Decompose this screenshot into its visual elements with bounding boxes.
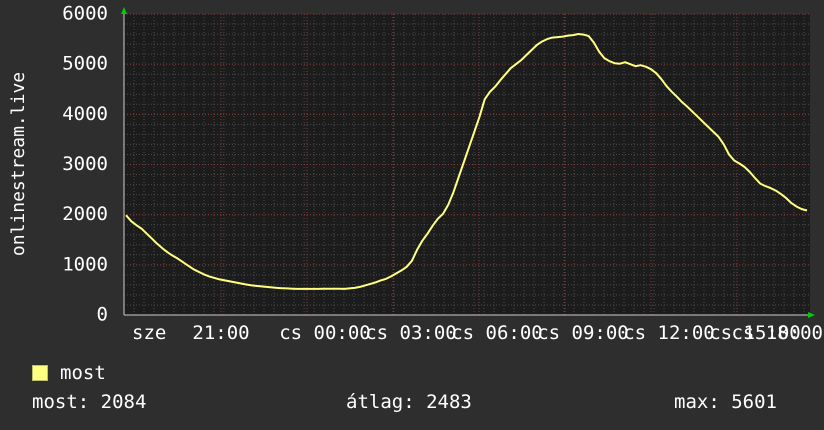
stat-average: átlag: 2483 (346, 391, 472, 413)
y-tick-label: 6000 (62, 3, 108, 25)
y-tick-label: 2000 (62, 203, 108, 225)
y-tick-label: 1000 (62, 253, 108, 275)
legend-label: most (60, 362, 106, 384)
x-axis-arrow-icon (808, 312, 815, 318)
x-tick-label: cs 09:00 (537, 322, 629, 344)
line-chart: 0 1000 2000 3000 4000 5000 6000 sze 21:00 cs 00:… (8, 3, 823, 345)
x-tick-label: cs 03:00 (365, 322, 457, 344)
y-tick-label: 4000 (62, 103, 108, 125)
y-axis-arrow-icon (121, 7, 127, 14)
x-tick-label: cs 18:00 (731, 322, 823, 344)
y-axis-label: onlinestream.live (8, 72, 29, 256)
y-tick-label: 0 (97, 304, 108, 326)
legend: most (32, 362, 106, 384)
y-tick-labels: 0 1000 2000 3000 4000 5000 6000 (62, 3, 108, 326)
stat-maximum: max: 5601 (674, 391, 777, 413)
x-tick-label: cs 00:00 (279, 322, 371, 344)
chart-panel: 0 1000 2000 3000 4000 5000 6000 sze 21:00 cs 00:… (0, 0, 824, 430)
x-tick-labels: sze 21:00 cs 00:00cs 03:00cs 06:00cs 09:00… (132, 322, 823, 344)
y-tick-label: 5000 (62, 53, 108, 75)
y-tick-label: 3000 (62, 153, 108, 175)
stat-current: most: 2084 (32, 391, 147, 413)
x-tick-label: sze (132, 322, 166, 344)
x-tick-label: 21:00 (192, 322, 249, 344)
x-tick-label: cs 12:00 (623, 322, 715, 344)
legend-swatch (32, 365, 48, 381)
x-tick-label: cs 06:00 (451, 322, 543, 344)
